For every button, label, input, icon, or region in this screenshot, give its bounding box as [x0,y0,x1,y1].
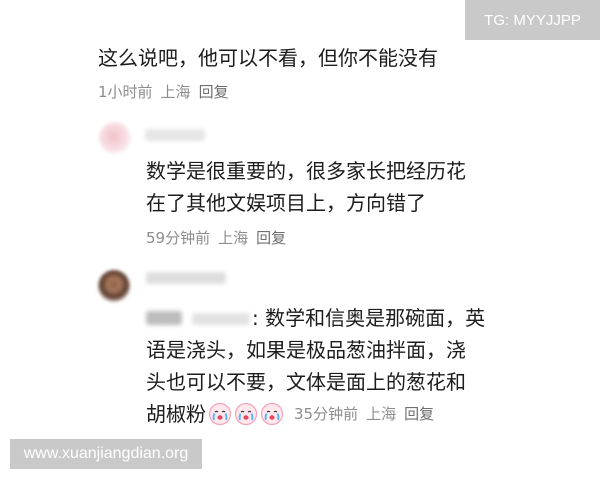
comment-3-line-1: : 数学和信奥是那碗面，英 [252,306,486,330]
comment-3-line-2: 语是浇头，如果是极品葱油拌面，浇 [146,338,466,362]
avatar[interactable] [98,270,130,302]
comment-3-location: 上海 [366,405,397,423]
comment-3-reply-button[interactable]: 回复 [404,398,434,430]
comment-1-location: 上海 [160,83,191,101]
comment-1-reply-button[interactable]: 回复 [199,81,229,102]
crying-face-emoji [208,402,232,426]
crying-face-emoji [234,402,258,426]
comment-3-meta: 35分钟前 上海 回复 [294,398,434,430]
reply-to-name-blurred[interactable] [146,311,182,325]
watermark-bottom-left: www.xuanjiangdian.org [10,439,202,469]
comment-1-time: 1小时前 [98,83,153,101]
comment-2-location: 上海 [218,229,249,247]
comment-3-time: 35分钟前 [294,405,359,423]
comment-3-line-4: 胡椒粉 35分钟前 上海 回复 [146,398,434,430]
avatar[interactable] [99,122,131,154]
comment-2-line-2: 在了其他文娱项目上，方向错了 [146,191,426,215]
comment-2-meta: 59分钟前 上海 回复 [146,227,286,248]
username-blurred[interactable] [146,272,226,284]
comment-3-line-3: 头也可以不要，文体是面上的葱花和 [146,370,466,394]
reply-to-name-blurred[interactable] [192,313,250,325]
watermark-top-right: TG: MYYJJPP [465,0,600,40]
username-blurred[interactable] [145,129,205,141]
crying-face-emoji [260,402,284,426]
comment-1-text: 这么说吧，他可以不看，但你不能没有 [98,46,438,70]
emoji-group [208,402,284,426]
comment-1-meta: 1小时前 上海 回复 [98,81,229,102]
comment-2-reply-button[interactable]: 回复 [256,227,286,248]
comment-2-line-1: 数学是很重要的，很多家长把经历花 [146,159,466,183]
comment-2-time: 59分钟前 [146,229,211,247]
comment-3-line-4-text: 胡椒粉 [146,402,206,426]
